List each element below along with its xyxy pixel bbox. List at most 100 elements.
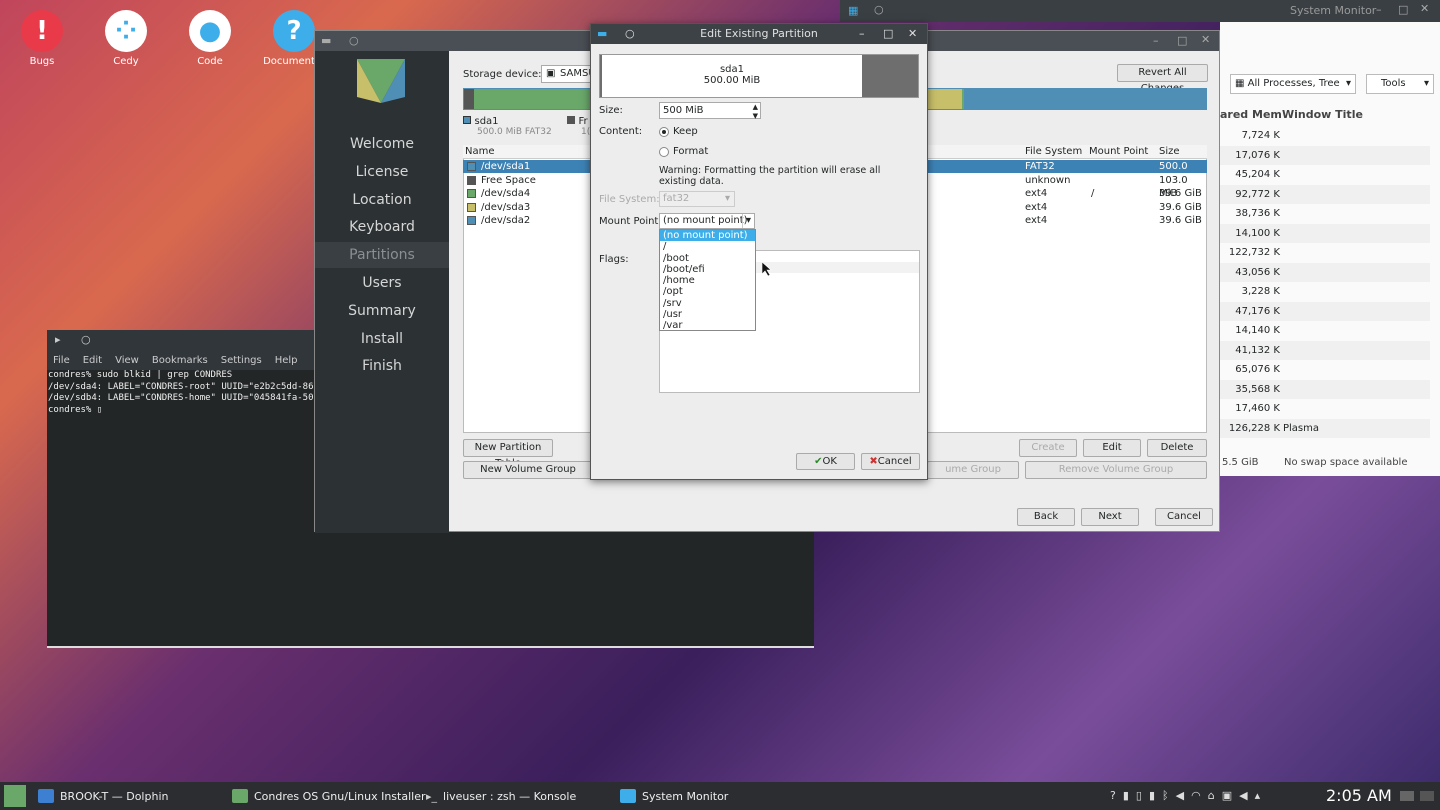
menu-edit[interactable]: Edit [83,355,102,366]
mount-option[interactable]: /home [660,275,755,286]
mount-option[interactable]: /opt [660,286,755,297]
process-filter-select[interactable]: ▦ All Processes, Tree ▾ [1230,74,1356,94]
mount-option[interactable]: /boot/efi [660,264,755,275]
task-system-monitor[interactable]: System Monitor [616,782,728,810]
file-system-column[interactable]: File System [1025,146,1082,157]
mount-option[interactable]: /var [660,320,755,331]
close-icon[interactable]: ✕ [1420,2,1429,15]
edit-button[interactable]: Edit [1083,439,1141,457]
clock[interactable]: 2:05 AM [1326,786,1392,805]
shared-mem-column[interactable]: ared Mem [1220,108,1282,121]
minimize-icon[interactable]: – [1153,34,1159,47]
mount-option[interactable]: (no mount point) [660,230,755,242]
pin-icon[interactable]: ○ [874,3,884,16]
task-konsole[interactable]: ▸_ liveuser : zsh — Konsole [422,782,576,810]
remove-volume-group-button[interactable]: Remove Volume Group [1025,461,1207,479]
process-row[interactable]: 65,076 K [1220,360,1430,379]
close-icon[interactable]: ✕ [1201,33,1210,46]
process-row[interactable]: 14,100 K [1220,223,1430,243]
process-row[interactable]: 47,176 K [1220,301,1430,321]
process-row[interactable]: 17,460 K [1220,399,1430,418]
mount-point-select[interactable]: (no mount point) ▾ [659,213,755,229]
pin-icon[interactable]: ○ [625,24,635,44]
mount-point-dropdown[interactable]: (no mount point) //boot/boot/efi/home/opt… [659,229,756,331]
maximize-icon[interactable]: □ [883,24,893,44]
close-icon[interactable]: ✕ [908,24,917,44]
mount-option[interactable]: /srv [660,298,755,309]
revert-all-changes-button[interactable]: Revert All Changes [1117,64,1208,94]
process-row[interactable]: 43,056 K [1220,262,1430,282]
maximize-icon[interactable]: □ [1177,34,1187,47]
mount-option[interactable]: / [660,241,755,252]
process-row[interactable]: 3,228 K [1220,282,1430,301]
size-spinbox[interactable]: 500 MiB ▲ ▼ [659,102,761,120]
task-installer[interactable]: Condres OS Gnu/Linux Installer [228,782,426,810]
expand-tray-icon[interactable]: ▴ [1255,789,1268,802]
format-radio[interactable] [659,147,669,157]
process-row[interactable]: 17,076 K [1220,145,1430,165]
process-row[interactable]: 41,132 K [1220,340,1430,360]
system-tray[interactable]: ?▮▯▮ᛒ◀◠⌂▣◀▴ [1110,789,1267,802]
cancel-button[interactable]: Cancel [1155,508,1213,526]
app-launcher-icon[interactable] [4,785,26,807]
menu-help[interactable]: Help [275,355,298,366]
process-row[interactable]: 45,204 K [1220,165,1430,184]
cancel-button[interactable]: ✖Cancel [861,453,920,470]
battery-icon[interactable]: ▮ [1149,789,1162,802]
mount-point-column[interactable]: Mount Point [1089,146,1148,157]
sysmon-titlebar[interactable]: ▦ ○ System Monitor – □ ✕ [840,0,1440,22]
process-row[interactable]: 122,732 K [1220,243,1430,262]
usb-icon[interactable]: ▮ [1123,789,1136,802]
volume-icon[interactable]: ◀ [1176,789,1191,802]
process-row[interactable]: 38,736 K [1220,204,1430,223]
pager-icon[interactable] [1420,791,1434,801]
pin-icon[interactable]: ○ [81,333,91,346]
process-row[interactable]: 126,228 K Plasma [1220,418,1430,438]
name-column[interactable]: Name [465,146,495,157]
edit-partition-dialog[interactable]: ▬ ○ Edit Existing Partition – □ ✕ sda1 5… [590,23,928,480]
next-button[interactable]: Next [1081,508,1139,526]
menu-file[interactable]: File [53,355,70,366]
process-row[interactable]: 7,724 K [1220,126,1430,145]
process-row[interactable]: 14,140 K [1220,321,1430,340]
mount-option[interactable]: /boot [660,253,755,264]
process-row[interactable]: 92,772 K [1220,184,1430,204]
speaker-icon[interactable]: ◀ [1239,789,1254,802]
desktop-icon-cedy[interactable]: ⁘ Cedy [86,8,166,67]
show-desktop-icon[interactable] [1400,791,1414,801]
tools-button[interactable]: Tools ▾ [1366,74,1434,94]
maximize-icon[interactable]: □ [1398,3,1408,16]
process-row[interactable]: 35,568 K [1220,379,1430,399]
help-icon[interactable]: ? [1110,789,1123,802]
monitor-tray-icon[interactable]: ▣ [1222,789,1239,802]
minimize-icon[interactable]: – [859,24,865,44]
size-column[interactable]: Size [1159,146,1180,157]
new-volume-group-button[interactable]: New Volume Group [463,461,593,479]
bluetooth-icon[interactable]: ᛒ [1162,789,1176,802]
volume-group-button[interactable]: ume Group [927,461,1019,479]
keep-radio[interactable] [659,127,669,137]
file-system-select[interactable]: fat32 ▾ [659,191,735,207]
clipboard-icon[interactable]: ▯ [1136,789,1149,802]
network-icon[interactable]: ⌂ [1208,789,1222,802]
desktop-icon-code[interactable]: ● Code [170,8,250,67]
shared-mem-cell: 3,228 K [1241,286,1280,297]
menu-settings[interactable]: Settings [221,355,262,366]
menu-view[interactable]: View [115,355,139,366]
spin-down-icon[interactable]: ▼ [753,109,758,124]
task-dolphin[interactable]: BROOK-T — Dolphin [34,782,168,810]
minimize-icon[interactable]: – [1376,3,1382,16]
desktop-icon-bugs[interactable]: ! Bugs [2,8,82,67]
system-monitor-window[interactable]: ▦ ○ System Monitor – □ ✕ ▦ All Processes… [840,0,1440,476]
new-partition-table-button[interactable]: New Partition Table [463,439,553,469]
back-button[interactable]: Back [1017,508,1075,526]
ok-button[interactable]: ✔OK [796,453,855,470]
window-title-column[interactable]: Window Title [1282,108,1363,121]
menu-bookmarks[interactable]: Bookmarks [152,355,208,366]
wifi-icon[interactable]: ◠ [1191,789,1208,802]
mount-option[interactable]: /usr [660,309,755,320]
delete-button[interactable]: Delete [1147,439,1207,457]
pin-icon[interactable]: ○ [349,34,359,47]
create-button[interactable]: Create [1019,439,1077,457]
dialog-titlebar[interactable]: ▬ ○ Edit Existing Partition – □ ✕ [591,24,927,44]
